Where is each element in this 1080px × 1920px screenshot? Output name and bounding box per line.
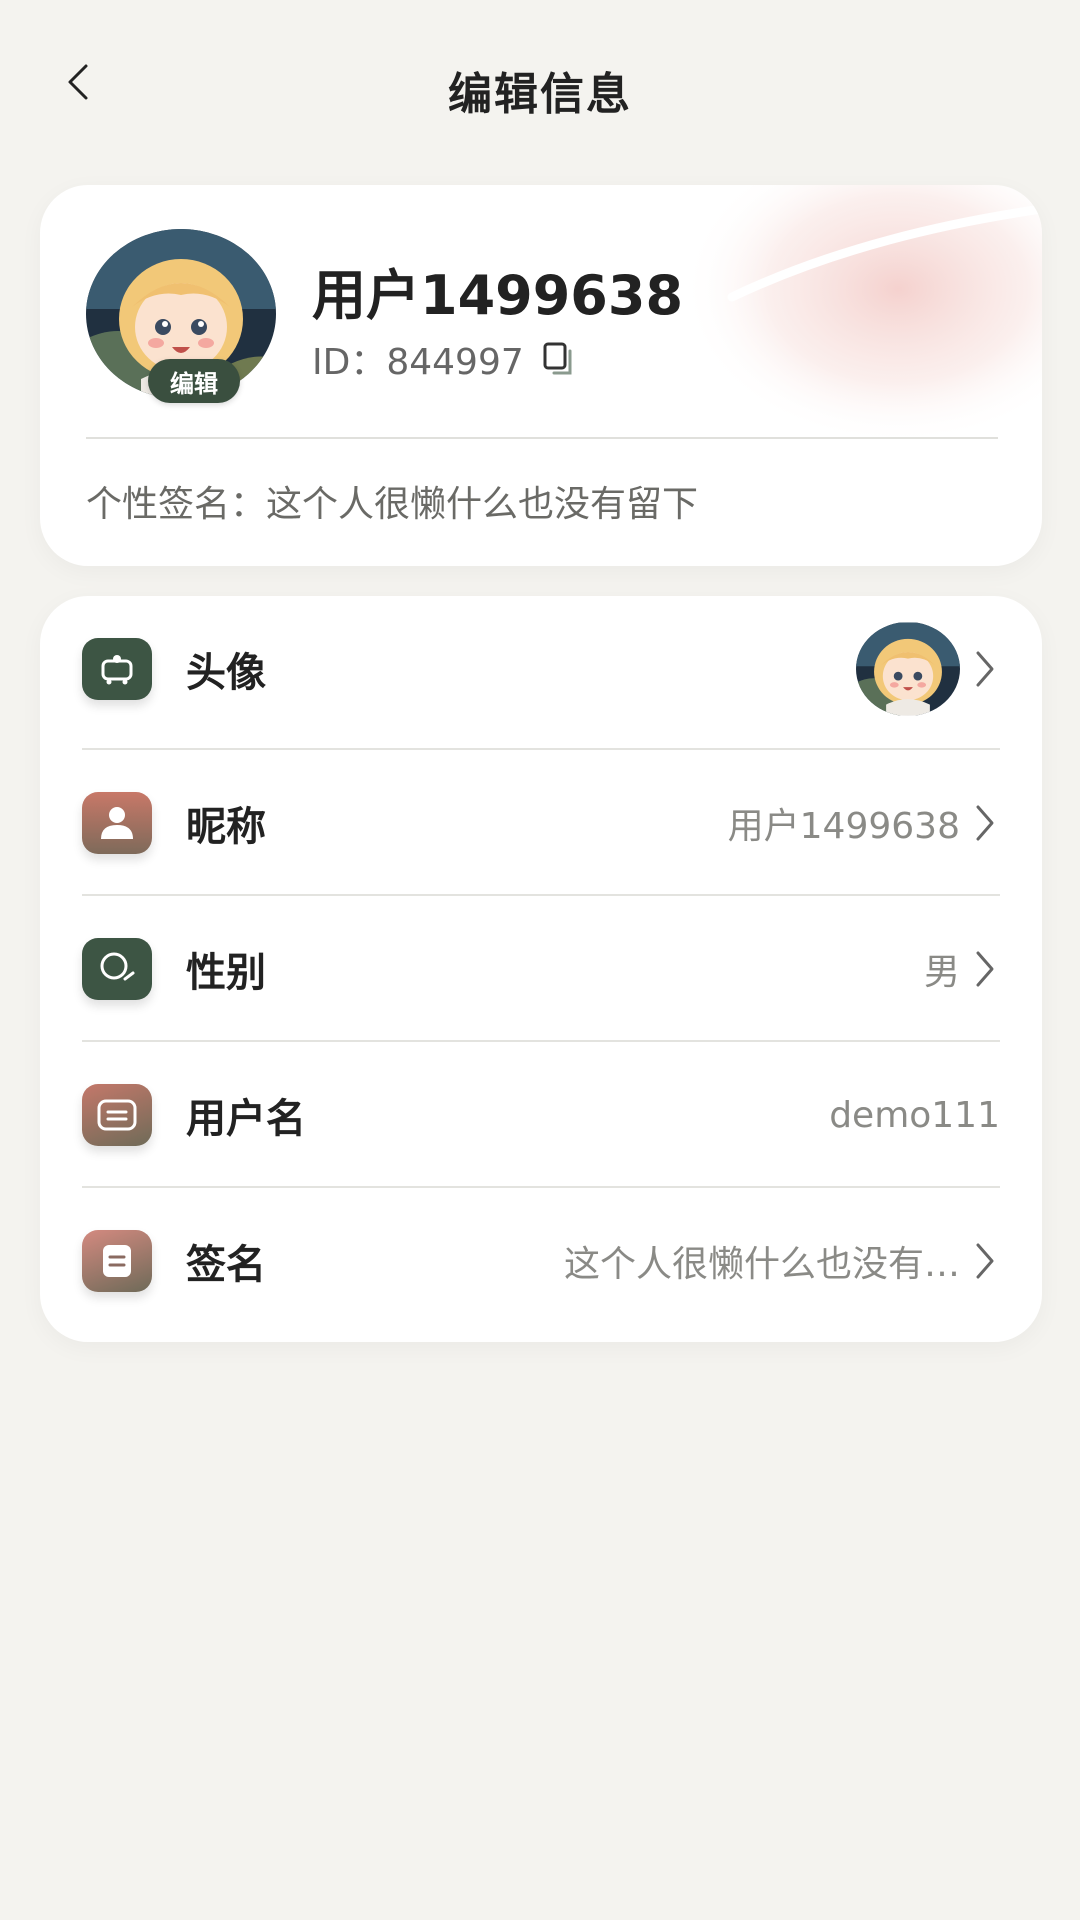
row-label: 签名 xyxy=(186,1242,266,1288)
row-right: 这个人很懒什么也没有… xyxy=(564,1235,1000,1287)
id-card-icon xyxy=(82,1084,152,1146)
card-decoration xyxy=(682,185,1042,445)
row-value: 用户1499638 xyxy=(727,806,960,847)
header: 编辑信息 xyxy=(0,0,1080,180)
profile-card: 编辑 用户1499638 ID：844997 个性签名：这个人很懒什么也没有留下 xyxy=(40,185,1042,566)
row-username: 用户名 demo111 xyxy=(82,1042,1000,1188)
profile-signature: 个性签名：这个人很懒什么也没有留下 xyxy=(86,484,699,525)
divider xyxy=(86,437,998,439)
row-avatar[interactable]: 头像 xyxy=(82,596,1000,742)
chevron-right-icon xyxy=(970,801,1000,845)
profile-id-text: ID：844997 xyxy=(312,342,524,383)
profile-id: ID：844997 xyxy=(312,333,578,385)
row-nickname[interactable]: 昵称 用户1499638 xyxy=(82,750,1000,896)
row-signature[interactable]: 签名 这个人很懒什么也没有… xyxy=(82,1188,1000,1334)
row-right: 用户1499638 xyxy=(728,797,1000,849)
page-title: 编辑信息 xyxy=(448,69,632,120)
gender-icon xyxy=(82,938,152,1000)
row-label: 用户名 xyxy=(186,1096,306,1142)
settings-list: 头像 昵称 用户1499638 性别 男 用户名 demo111 签名 这个人很… xyxy=(40,596,1042,1342)
row-label: 头像 xyxy=(186,650,266,696)
profile-name: 用户1499638 xyxy=(312,264,684,327)
row-label: 性别 xyxy=(186,950,266,996)
row-value: demo111 xyxy=(829,1094,1000,1136)
row-right: 男 xyxy=(924,943,1000,995)
copy-icon[interactable] xyxy=(542,341,578,377)
row-label: 昵称 xyxy=(186,804,266,850)
person-icon xyxy=(82,792,152,854)
avatar-frame-icon xyxy=(82,638,152,700)
row-value: 男 xyxy=(923,952,960,993)
row-right: demo111 xyxy=(829,1095,1000,1136)
chevron-right-icon xyxy=(970,1239,1000,1283)
note-icon xyxy=(82,1230,152,1292)
chevron-right-icon xyxy=(970,947,1000,991)
row-value: 这个人很懒什么也没有… xyxy=(563,1244,960,1285)
chevron-right-icon xyxy=(970,647,1000,691)
avatar-thumbnail xyxy=(856,622,960,716)
row-gender[interactable]: 性别 男 xyxy=(82,896,1000,1042)
row-right xyxy=(856,622,1000,716)
edit-avatar-badge[interactable]: 编辑 xyxy=(148,359,240,403)
